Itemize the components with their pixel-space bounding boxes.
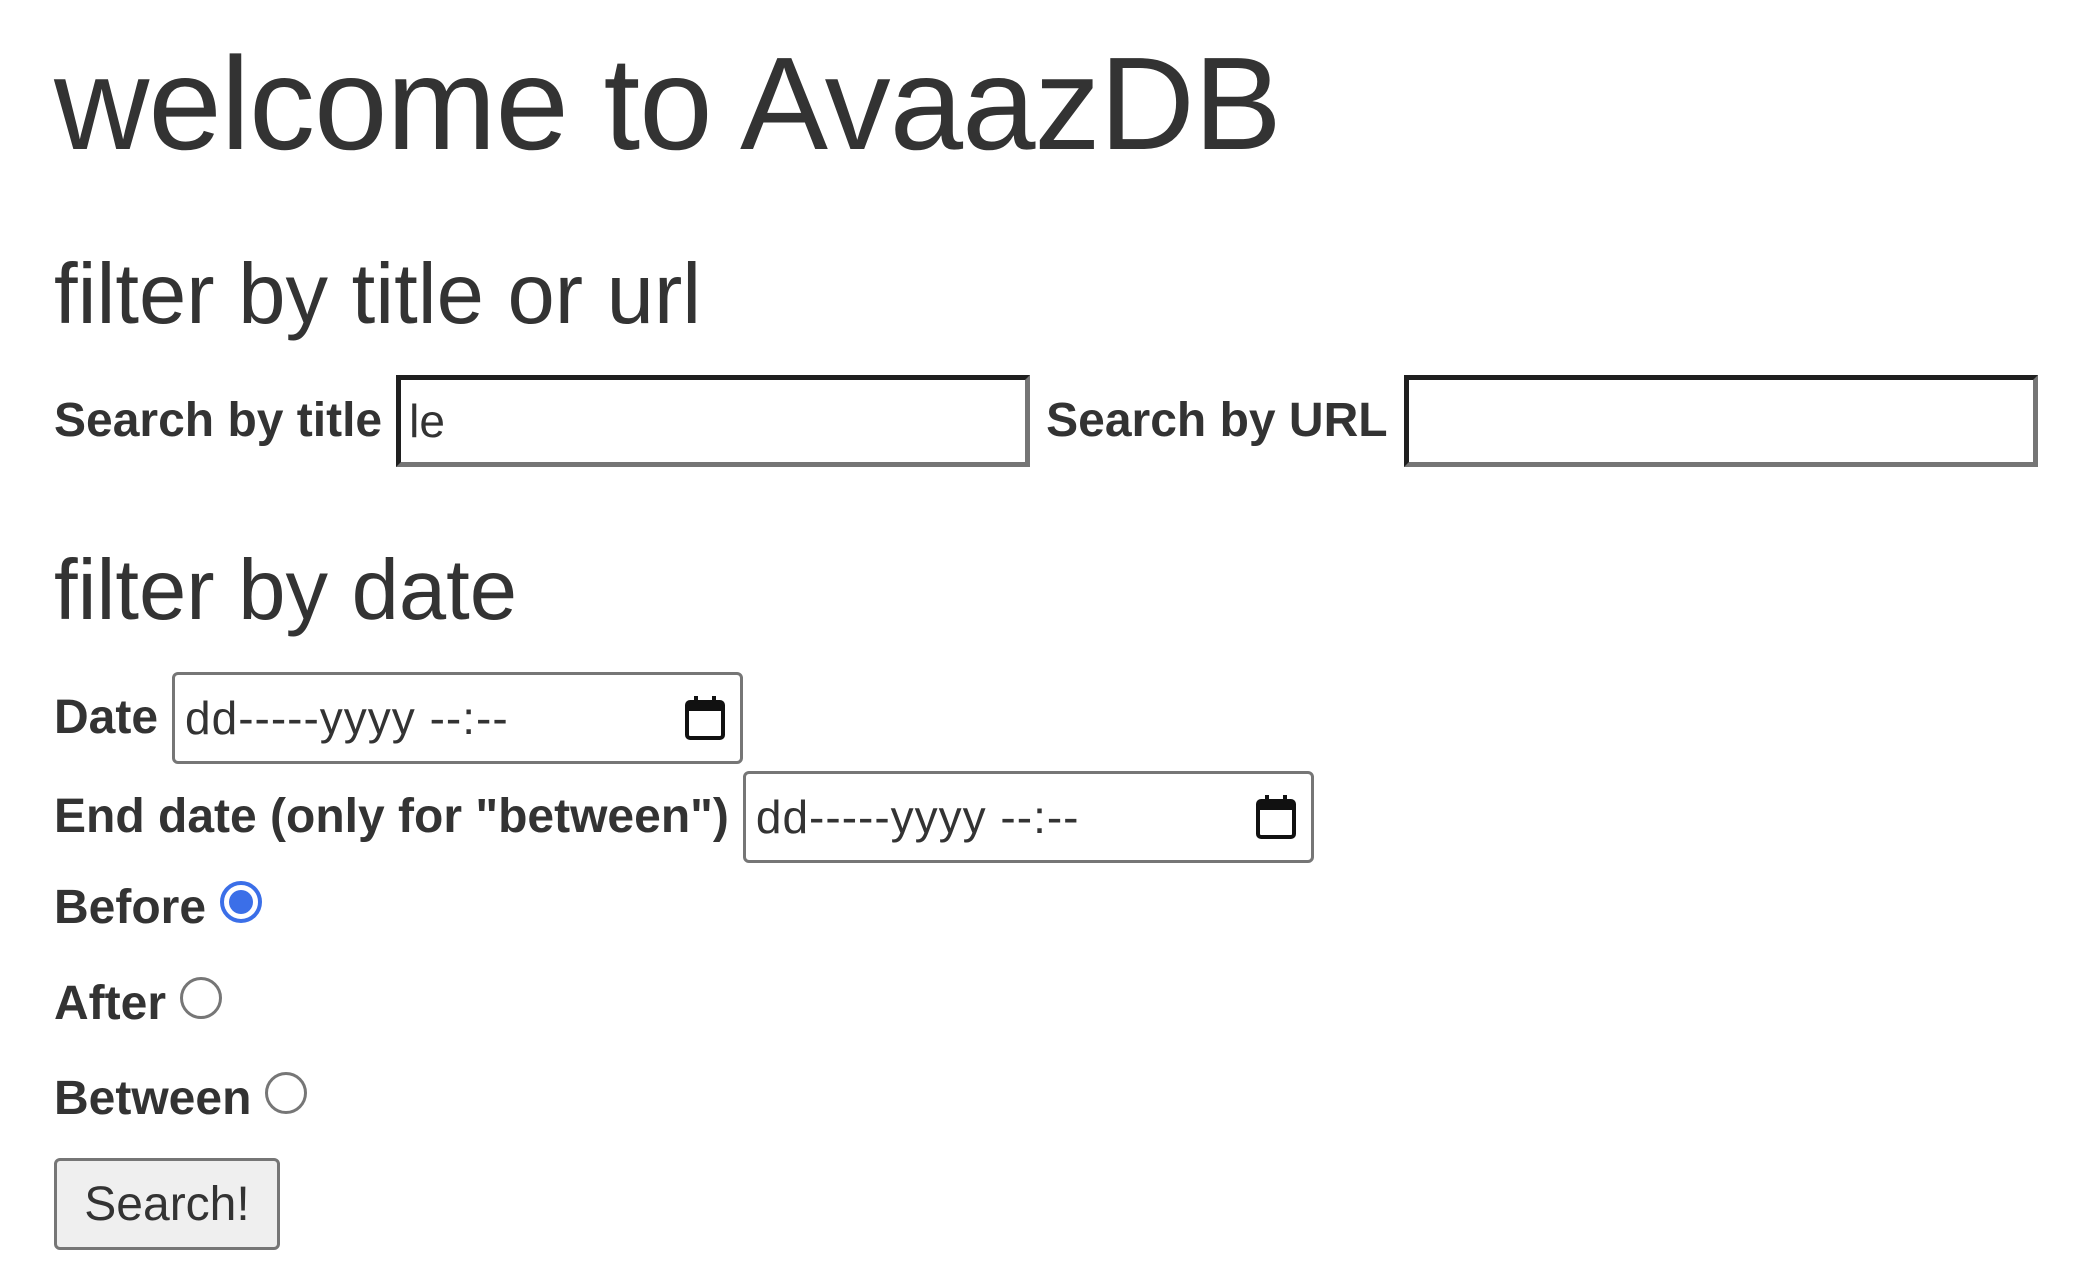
after-option-row: After [54, 977, 223, 1030]
end-date-input[interactable]: dd-----yyyy --:-- [742, 771, 1314, 863]
search-url-label: Search by URL [1046, 394, 1388, 447]
search-url-input[interactable] [1403, 375, 2038, 467]
before-option-row: Before [54, 881, 263, 934]
calendar-icon[interactable] [684, 695, 726, 741]
date-input-placeholder: dd-----yyyy --:-- [185, 692, 509, 744]
page-title: welcome to AvaazDB [54, 30, 1282, 177]
end-date-label: End date (only for "between") [54, 790, 729, 843]
search-title-input[interactable] [396, 375, 1031, 467]
page: welcome to AvaazDB filter by title or ur… [54, 0, 2094, 1283]
search-title-label: Search by title [54, 394, 383, 447]
date-label: Date [54, 691, 159, 744]
between-option-row: Between [54, 1072, 308, 1125]
between-label: Between [54, 1072, 252, 1125]
title-url-filter-heading: filter by title or url [54, 247, 702, 342]
date-row: Date dd-----yyyy --:-- [54, 672, 744, 764]
date-filter-heading: filter by date [54, 543, 518, 638]
between-radio[interactable] [265, 1072, 308, 1114]
end-date-row: End date (only for "between") dd-----yyy… [54, 771, 1314, 863]
after-label: After [54, 977, 167, 1030]
title-url-search-row: Search by title Search by URL [54, 375, 2038, 467]
before-label: Before [54, 881, 207, 934]
after-radio[interactable] [180, 977, 223, 1019]
calendar-icon[interactable] [1255, 794, 1297, 840]
before-radio[interactable] [220, 881, 263, 923]
end-date-input-placeholder: dd-----yyyy --:-- [755, 791, 1080, 843]
search-button[interactable]: Search! [54, 1158, 280, 1250]
date-input[interactable]: dd-----yyyy --:-- [172, 672, 744, 764]
